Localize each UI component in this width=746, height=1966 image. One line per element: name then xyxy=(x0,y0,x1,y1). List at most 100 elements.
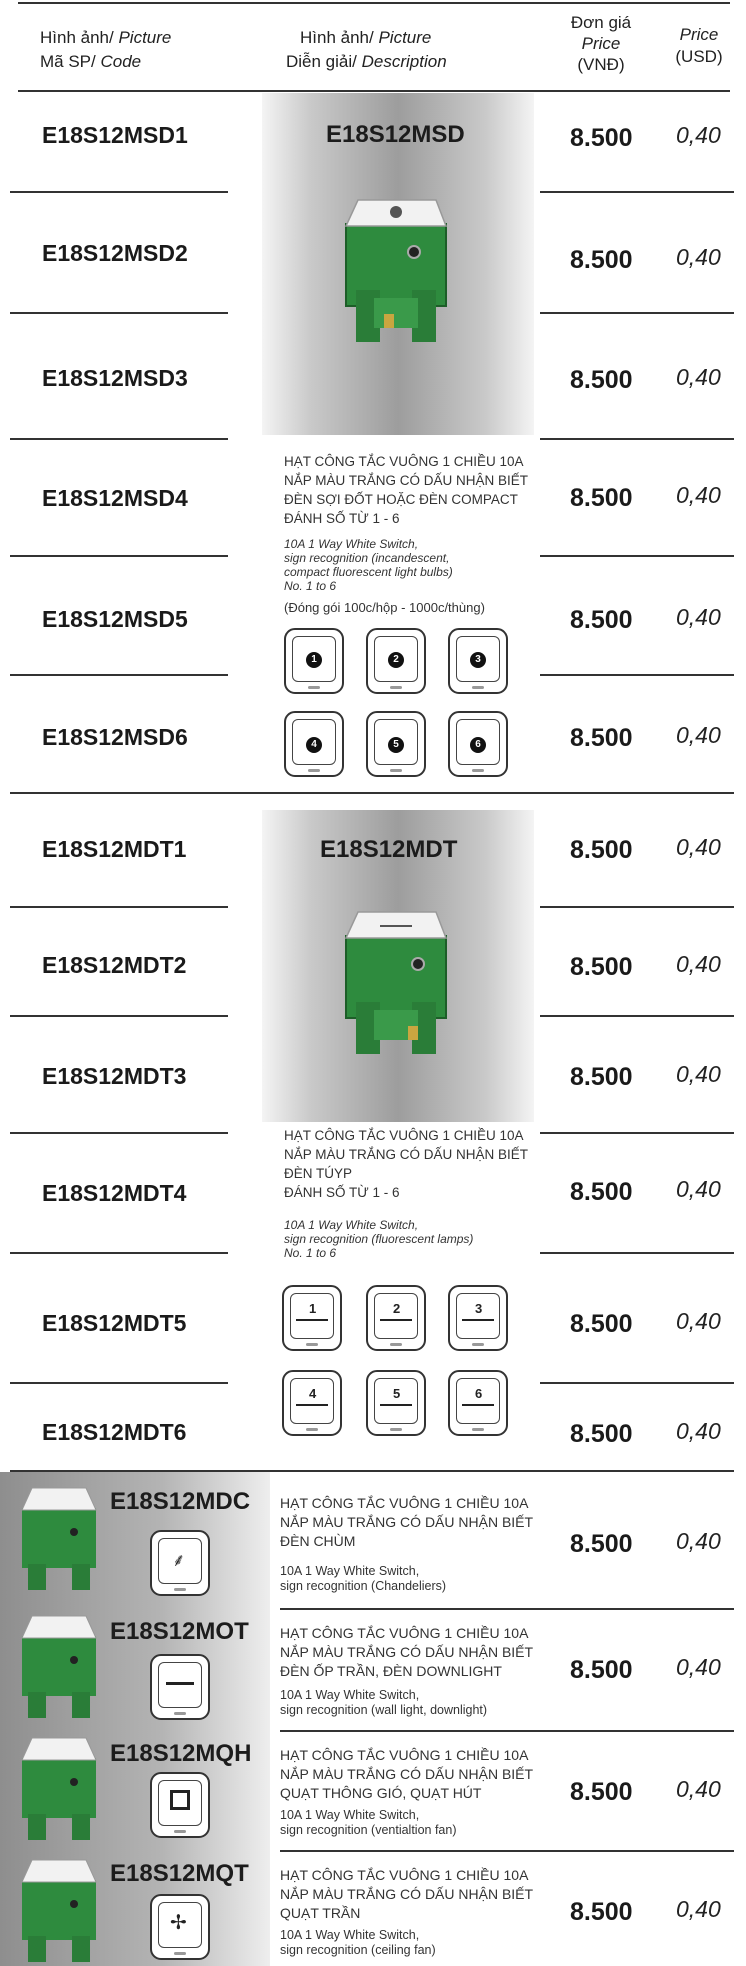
mdt-description-en: 10A 1 Way White Switch, sign recognition… xyxy=(284,1218,474,1260)
row-rule xyxy=(10,1252,228,1254)
product-code: E18S12MDT2 xyxy=(42,952,187,978)
header-col-description: Hình ảnh/ Picture Diễn giải/ Description xyxy=(286,28,447,71)
msd-group-title: E18S12MSD xyxy=(326,121,465,148)
mdc-switch-image xyxy=(21,1487,97,1590)
mqh-switch-image xyxy=(21,1737,97,1840)
row-rule xyxy=(10,1132,228,1134)
mdt-group-title: E18S12MDT xyxy=(320,836,458,863)
price-usd: 0,40 xyxy=(676,1528,721,1554)
price-usd: 0,40 xyxy=(676,364,721,390)
product-code: E18S12MDT1 xyxy=(42,836,187,862)
row-rule xyxy=(540,438,734,440)
bulb-number-icon: 6 xyxy=(448,711,508,777)
price-usd: 0,40 xyxy=(676,122,721,148)
msd-description-vi: HẠT CÔNG TẮC VUÔNG 1 CHIỀU 10A NẮP MÀU T… xyxy=(284,454,529,526)
msd-packaging-note: (Đóng gói 100c/hộp - 1000c/thùng) xyxy=(284,600,485,615)
product-description-en: 10A 1 Way White Switch, sign recognition … xyxy=(280,1688,488,1717)
mdt-description-vi: HẠT CÔNG TẮC VUÔNG 1 CHIỀU 10A NẮP MÀU T… xyxy=(284,1128,529,1200)
product-code: E18S12MSD2 xyxy=(42,240,188,266)
product-code: E18S12MDT6 xyxy=(42,1419,187,1445)
chandelier-icon: ⸙ xyxy=(150,1530,210,1596)
price-vnd: 8.500 xyxy=(570,1898,633,1926)
product-code: E18S12MDC xyxy=(110,1488,251,1515)
price-vnd: 8.500 xyxy=(570,606,633,634)
top-rule xyxy=(18,2,730,4)
msd-switch-image xyxy=(344,199,448,342)
price-vnd: 8.500 xyxy=(570,246,633,274)
header-col-price-usd: Price (USD) xyxy=(675,25,723,66)
row-rule xyxy=(540,1382,734,1384)
price-vnd: 8.500 xyxy=(570,836,633,864)
bulb-number-icon: 1 xyxy=(284,628,344,694)
product-code: E18S12MSD1 xyxy=(42,122,188,148)
bulb-number-icon: 4 xyxy=(284,711,344,777)
product-description-vi: HẠT CÔNG TẮC VUÔNG 1 CHIỀU 10A NẮP MÀU TR… xyxy=(280,1867,534,1921)
tube-lamp-number-icon: 4 xyxy=(282,1370,342,1436)
product-code: E18S12MSD3 xyxy=(42,365,188,391)
price-vnd: 8.500 xyxy=(570,1530,633,1558)
price-vnd: 8.500 xyxy=(570,484,633,512)
header-rule xyxy=(18,90,730,92)
row-rule xyxy=(540,312,734,314)
price-vnd: 8.500 xyxy=(570,1063,633,1091)
price-usd: 0,40 xyxy=(676,604,721,630)
tube-lamp-number-icon: 3 xyxy=(448,1285,508,1351)
price-usd: 0,40 xyxy=(676,1308,721,1334)
bulb-number-icon: 5 xyxy=(366,711,426,777)
bulb-number-icon: 2 xyxy=(366,628,426,694)
ventilation-fan-icon xyxy=(150,1772,210,1838)
row-rule xyxy=(10,312,228,314)
product-code: E18S12MSD6 xyxy=(42,724,188,750)
product-code: E18S12MDT3 xyxy=(42,1063,187,1089)
group-rule xyxy=(10,792,734,794)
product-description-vi: HẠT CÔNG TẮC VUÔNG 1 CHIỀU 10A NẮP MÀU TR… xyxy=(280,1495,534,1549)
tube-lamp-number-icon: 5 xyxy=(366,1370,426,1436)
bulb-number-icon: 3 xyxy=(448,628,508,694)
msd-description-en: 10A 1 Way White Switch, sign recognition… xyxy=(284,537,453,593)
row-rule xyxy=(10,674,228,676)
row-rule xyxy=(280,1850,734,1852)
row-rule xyxy=(280,1608,734,1610)
tube-lamp-number-icon: 2 xyxy=(366,1285,426,1351)
price-vnd: 8.500 xyxy=(570,724,633,752)
row-rule xyxy=(540,1015,734,1017)
price-usd: 0,40 xyxy=(676,482,721,508)
product-code: E18S12MDT4 xyxy=(42,1180,187,1206)
row-rule xyxy=(10,438,228,440)
price-vnd: 8.500 xyxy=(570,366,633,394)
ceiling-fan-icon: ✢ xyxy=(150,1894,210,1960)
price-usd: 0,40 xyxy=(676,951,721,977)
row-rule xyxy=(10,555,228,557)
row-rule xyxy=(10,906,228,908)
product-code: E18S12MSD5 xyxy=(42,606,188,632)
tube-lamp-number-icon: 1 xyxy=(282,1285,342,1351)
downlight-icon xyxy=(150,1654,210,1720)
row-rule xyxy=(10,1382,228,1384)
price-usd: 0,40 xyxy=(676,834,721,860)
price-vnd: 8.500 xyxy=(570,1656,633,1684)
row-rule xyxy=(10,191,228,193)
product-code: E18S12MOT xyxy=(110,1618,249,1645)
price-usd: 0,40 xyxy=(676,1896,721,1922)
price-vnd: 8.500 xyxy=(570,1310,633,1338)
row-rule xyxy=(540,906,734,908)
product-code: E18S12MSD4 xyxy=(42,485,188,511)
header-col-picture-code: Hình ảnh/ Picture Mã SP/ Code xyxy=(40,28,172,71)
row-rule xyxy=(540,1132,734,1134)
mqt-switch-image xyxy=(21,1859,97,1962)
price-usd: 0,40 xyxy=(676,1654,721,1680)
tube-lamp-number-icon: 6 xyxy=(448,1370,508,1436)
product-description-en: 10A 1 Way White Switch, sign recognition … xyxy=(280,1564,447,1593)
mdt-switch-image xyxy=(344,911,448,1054)
row-rule xyxy=(540,674,734,676)
price-vnd: 8.500 xyxy=(570,124,633,152)
row-rule xyxy=(10,1015,228,1017)
price-vnd: 8.500 xyxy=(570,1420,633,1448)
price-usd: 0,40 xyxy=(676,1776,721,1802)
row-rule xyxy=(280,1730,734,1732)
product-description-en: 10A 1 Way White Switch, sign recognition … xyxy=(280,1808,457,1837)
product-code: E18S12MQH xyxy=(110,1740,252,1767)
header-col-price-vnd: Đơn giá Price (VNĐ) xyxy=(570,13,632,74)
price-vnd: 8.500 xyxy=(570,1778,633,1806)
product-description-vi: HẠT CÔNG TẮC VUÔNG 1 CHIỀU 10A NẮP MÀU TR… xyxy=(280,1625,534,1679)
